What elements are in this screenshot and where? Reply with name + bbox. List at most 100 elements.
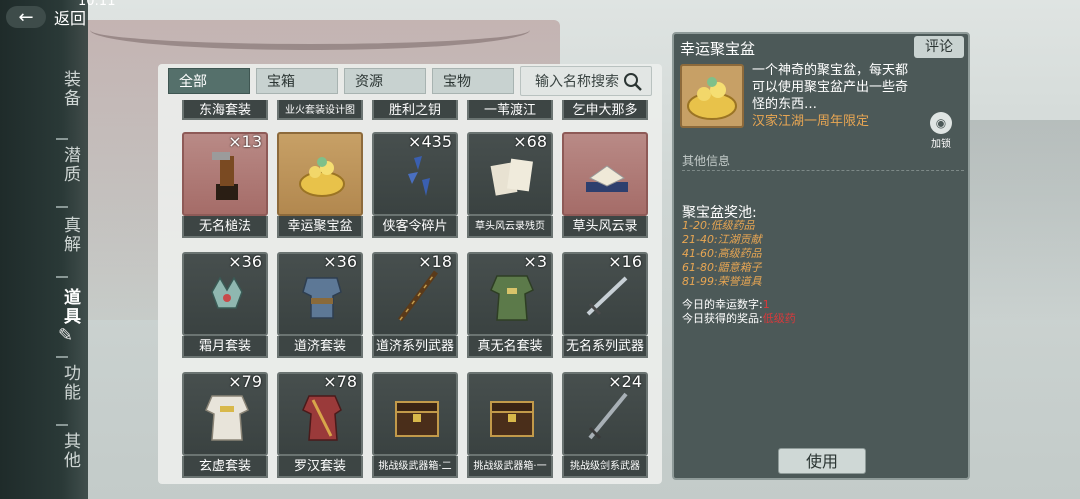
item-grid: 东海套装 业火套装设计图 胜利之钥 一苇渡江 乞申大那多 ×13 无名槌法 幸运… [178, 100, 648, 484]
item-name: 侠客令碎片 [372, 216, 458, 238]
item-cell-sword-weapons[interactable]: ×24 挑战级剑系武器 [562, 372, 648, 480]
inventory-panel: 全部 宝箱 资源 宝物 输入名称搜索 东海套装 业火套装设计图 胜利之钥 一苇渡… [158, 64, 662, 484]
item-name: 霜月套装 [182, 336, 268, 358]
statue-icon [212, 152, 238, 200]
item-cell-true-nameless-set[interactable]: ×3 真无名套装 [467, 252, 553, 360]
back-button[interactable]: ← 返回 [6, 4, 102, 30]
item-tile [372, 372, 458, 456]
item-tile [277, 132, 363, 216]
item-cell-hammer-manual[interactable]: ×13 无名槌法 [182, 132, 268, 240]
item-name: 玄虚套装 [182, 456, 268, 478]
item-name: 胜利之钥 [372, 100, 458, 120]
item-cell-xuanxu-set[interactable]: ×79 玄虚套装 [182, 372, 268, 480]
treasure-bowl-icon [299, 157, 345, 197]
nav-item-functions[interactable]: 功能 [52, 364, 80, 402]
nav-item-other[interactable]: 其他 [52, 432, 80, 470]
item-name: 罗汉套装 [277, 456, 363, 478]
tab-chest[interactable]: 宝箱 [256, 68, 338, 94]
item-description: 一个神奇的聚宝盆，每天都可以使用聚宝盆产出一些奇怪的东西… 汉家江湖一周年限定 [752, 62, 910, 130]
tab-all[interactable]: 全部 [168, 68, 250, 94]
item-count: ×13 [228, 132, 262, 151]
lock-icon: ◉ [930, 112, 952, 134]
item-cell-daoji-weapons[interactable]: ×18 道济系列武器 [372, 252, 458, 360]
lock-button[interactable]: ◉ 加锁 [928, 112, 954, 150]
item-cell-lucky-bowl[interactable]: 幸运聚宝盆 [277, 132, 363, 240]
item-name: 草头风云录残页 [467, 216, 553, 238]
item-cell-weapon-chest-2[interactable]: 挑战级武器箱·二 [372, 372, 458, 480]
nav-item-true-solution[interactable]: 真解 [52, 216, 80, 254]
back-arrow-icon: ← [6, 6, 46, 28]
item-name: 无名系列武器 [562, 336, 648, 358]
item-cell-daoji-set[interactable]: ×36 道济套装 [277, 252, 363, 360]
item-cell[interactable]: 一苇渡江 [467, 100, 553, 120]
item-name: 道济套装 [277, 336, 363, 358]
nav-divider [56, 356, 68, 358]
item-detail-panel: 幸运聚宝盆 评论 一个神奇的聚宝盆，每天都可以使用聚宝盆产出一些奇怪的东西… 汉… [672, 32, 970, 480]
nav-divider [56, 206, 68, 208]
item-count: ×79 [228, 372, 262, 391]
search-input[interactable]: 输入名称搜索 [520, 66, 652, 96]
item-cell-scroll-pages[interactable]: ×68 草头风云录残页 [467, 132, 553, 240]
use-button[interactable]: 使用 [778, 448, 866, 474]
nav-item-potential[interactable]: 潜质 [52, 146, 80, 184]
category-tabs: 全部 宝箱 资源 宝物 [168, 68, 514, 94]
sword-icon [588, 392, 628, 440]
item-tile [467, 372, 553, 456]
today-info: 今日的幸运数字:1 今日获得的奖品:低级药 [682, 298, 796, 326]
chest-icon [490, 401, 534, 437]
item-count: ×24 [608, 372, 642, 391]
lucky-number-label: 今日的幸运数字: [682, 298, 763, 311]
back-label: 返回 [54, 9, 87, 28]
item-name: 道济系列武器 [372, 336, 458, 358]
item-title: 幸运聚宝盆 [680, 40, 756, 58]
tab-treasure[interactable]: 宝物 [432, 68, 514, 94]
item-name: 一苇渡江 [467, 100, 553, 120]
item-cell-scroll-book[interactable]: 草头风云录 [562, 132, 648, 240]
pool-entry: 41-60:高级药品 [682, 247, 762, 260]
divider [682, 170, 964, 171]
staff-icon [398, 270, 438, 322]
nav-item-items[interactable]: 道具 [52, 288, 80, 326]
item-count: ×18 [418, 252, 452, 271]
item-name: 东海套装 [182, 100, 268, 120]
item-name: 无名槌法 [182, 216, 268, 238]
pool-entry: 81-99:荣誉道具 [682, 275, 762, 288]
item-cell-nameless-weapons[interactable]: ×16 无名系列武器 [562, 252, 648, 360]
other-info-heading: 其他信息 [682, 154, 731, 168]
scroll-page-icon [490, 158, 533, 196]
item-name: 挑战级武器箱·一 [467, 456, 553, 478]
item-count: ×36 [228, 252, 262, 271]
pool-list: 1-20:低级药品 21-40:江湖贡献 41-60:高级药品 61-80:鼯意… [682, 219, 762, 289]
search-placeholder: 输入名称搜索 [535, 74, 619, 90]
item-name: 挑战级剑系武器 [562, 456, 648, 478]
lucky-number-value: 1 [762, 298, 770, 311]
white-robe-icon [205, 395, 249, 441]
item-cell[interactable]: 胜利之钥 [372, 100, 458, 120]
item-name: 业火套装设计图 [277, 100, 363, 120]
item-cell[interactable]: 东海套装 [182, 100, 268, 120]
item-tile [562, 132, 648, 216]
item-name: 挑战级武器箱·二 [372, 456, 458, 478]
item-cell-arhat-set[interactable]: ×78 罗汉套装 [277, 372, 363, 480]
book-icon [586, 165, 628, 192]
pool-entry: 21-40:江湖贡献 [682, 233, 762, 246]
nav-divider [56, 138, 68, 140]
tab-resources[interactable]: 资源 [344, 68, 426, 94]
item-cell[interactable]: 业火套装设计图 [277, 100, 363, 120]
sidebar: 10:11 ← 返回 装备 潜质 真解 道具 ✎ 功能 其他 [0, 0, 115, 499]
comment-button[interactable]: 评论 [914, 36, 964, 58]
pool-entry: 1-20:低级药品 [682, 219, 755, 232]
crown-icon [211, 276, 243, 309]
item-cell[interactable]: 乞申大那多 [562, 100, 648, 120]
search-icon[interactable] [623, 72, 643, 92]
item-cell-weapon-chest-1[interactable]: 挑战级武器箱·一 [467, 372, 553, 480]
reward-value: 低级药 [762, 312, 796, 325]
reward-label: 今日获得的奖品: [682, 312, 763, 325]
item-count: ×3 [523, 252, 547, 271]
item-cell-frost-moon-set[interactable]: ×36 霜月套装 [182, 252, 268, 360]
lock-label: 加锁 [931, 139, 951, 150]
nav-item-equipment[interactable]: 装备 [52, 70, 80, 108]
limited-label: 汉家江湖一周年限定 [752, 114, 870, 129]
item-count: ×68 [513, 132, 547, 151]
item-cell-token-shard[interactable]: ×435 侠客令碎片 [372, 132, 458, 240]
